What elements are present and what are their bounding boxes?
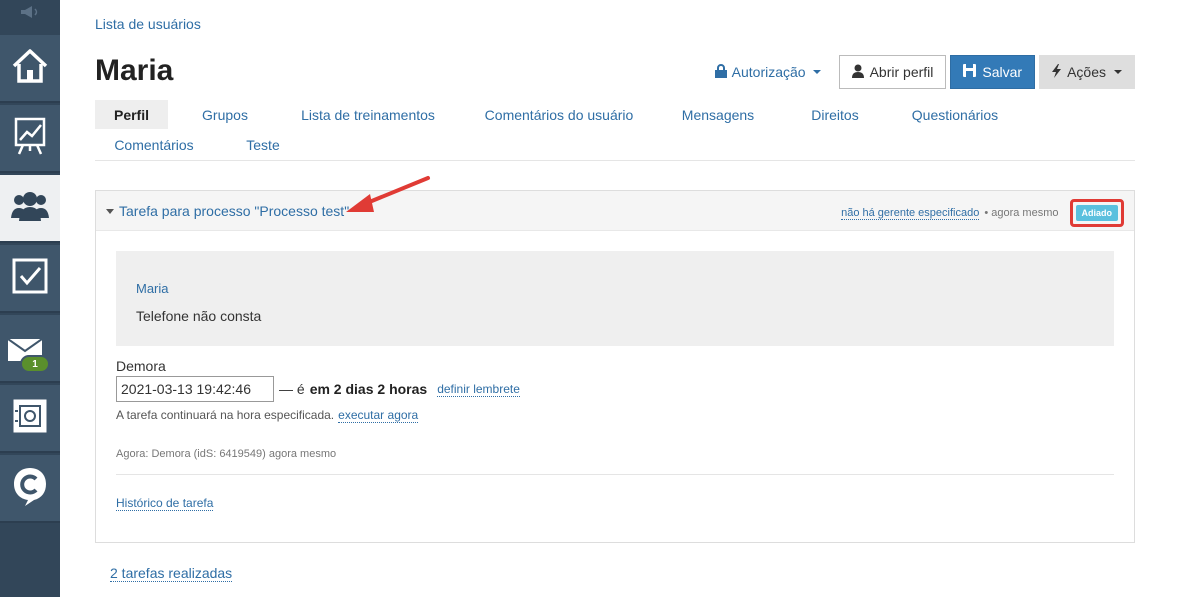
triangle-down-icon [106, 208, 114, 214]
sidebar-item-reports[interactable] [0, 105, 60, 173]
delay-relative: em 2 dias 2 horas [309, 381, 428, 397]
completed-tasks-link[interactable]: 2 tarefas realizadas [110, 565, 233, 582]
annotation-arrow-icon [346, 176, 430, 212]
contact-name-link[interactable]: Maria [136, 281, 169, 296]
lock-icon [714, 63, 727, 81]
tab-lista-treinamentos[interactable]: Lista de treinamentos [293, 100, 443, 129]
manager-link[interactable]: não há gerente especificado [841, 207, 980, 220]
megaphone-icon [19, 5, 41, 24]
task-time: • agora mesmo [984, 207, 1059, 219]
run-now-link[interactable]: executar agora [338, 408, 419, 423]
delay-datetime-input[interactable] [116, 376, 274, 402]
chart-icon [13, 116, 47, 161]
open-profile-button[interactable]: Abrir perfil [838, 55, 947, 89]
tab-direitos[interactable]: Direitos [803, 100, 867, 129]
task-title: Tarefa para processo "Processo test" [119, 203, 350, 219]
tab-questionarios[interactable]: Questionários [905, 100, 1005, 129]
continue-note: A tarefa continuará na hora especificada… [116, 408, 419, 423]
authorization-dropdown[interactable]: Autorização [714, 63, 821, 81]
contact-box: Maria Telefone não consta [116, 251, 1114, 346]
save-label: Salvar [982, 64, 1023, 80]
sidebar-item-messages[interactable]: 1 [0, 315, 60, 383]
checkbox-icon [12, 258, 48, 299]
task-panel-header: Tarefa para processo "Processo test" não… [96, 191, 1134, 231]
task-history-link[interactable]: Histórico de tarefa [116, 496, 214, 511]
message-count-badge: 1 [20, 355, 50, 373]
task-title-toggle[interactable]: Tarefa para processo "Processo test" [106, 203, 349, 219]
sidebar-item-users[interactable] [0, 175, 60, 243]
toolbar: Autorização Abrir perfil Salvar Ações [714, 55, 1135, 89]
task-panel: Tarefa para processo "Processo test" não… [95, 190, 1135, 543]
breadcrumb[interactable]: Lista de usuários [95, 16, 201, 32]
sidebar-item-safe[interactable] [0, 385, 60, 453]
tab-teste[interactable]: Teste [243, 130, 283, 159]
authorization-label: Autorização [731, 64, 806, 80]
sidebar-item-tasks[interactable] [0, 245, 60, 313]
chevron-down-icon [1114, 70, 1122, 74]
sidebar-item-speaker[interactable] [0, 0, 60, 28]
chevron-down-icon [812, 70, 821, 74]
home-icon [11, 48, 49, 89]
profile-tabs: Perfil Grupos Lista de treinamentos Come… [95, 100, 1135, 161]
tab-comentarios-usuario[interactable]: Comentários do usuário [479, 100, 639, 129]
delay-row: — é em 2 dias 2 horas definir lembrete [116, 376, 520, 402]
sidebar-item-home[interactable] [0, 35, 60, 103]
sidebar-item-chat[interactable] [0, 455, 60, 523]
save-button[interactable]: Salvar [950, 55, 1036, 89]
set-reminder-link[interactable]: definir lembrete [437, 382, 520, 397]
task-meta: não há gerente especificado • agora mesm… [841, 199, 1124, 227]
bolt-icon [1052, 63, 1062, 81]
floppy-icon [963, 64, 977, 80]
safe-icon [13, 399, 47, 438]
status-badge: Adiado [1075, 205, 1118, 221]
delay-prefix: — é [279, 381, 305, 397]
user-icon [851, 64, 864, 81]
page-title: Maria [95, 54, 174, 87]
divider [116, 474, 1114, 475]
continue-note-text: A tarefa continuará na hora especificada… [116, 408, 335, 422]
chat-icon [12, 466, 48, 511]
tab-grupos[interactable]: Grupos [195, 100, 255, 129]
status-highlight: Adiado [1069, 199, 1124, 227]
actions-label: Ações [1067, 64, 1106, 80]
tab-perfil[interactable]: Perfil [95, 100, 168, 129]
users-icon [10, 190, 50, 227]
tab-mensagens[interactable]: Mensagens [678, 100, 758, 129]
actions-dropdown[interactable]: Ações [1039, 55, 1135, 89]
now-note: Agora: Demora (idS: 6419549) agora mesmo [116, 448, 337, 460]
contact-phone: Telefone não consta [136, 308, 262, 324]
sidebar: 1 [0, 0, 60, 597]
open-profile-label: Abrir perfil [869, 64, 934, 80]
tab-comentarios[interactable]: Comentários [109, 130, 199, 159]
delay-label: Demora [116, 358, 166, 374]
